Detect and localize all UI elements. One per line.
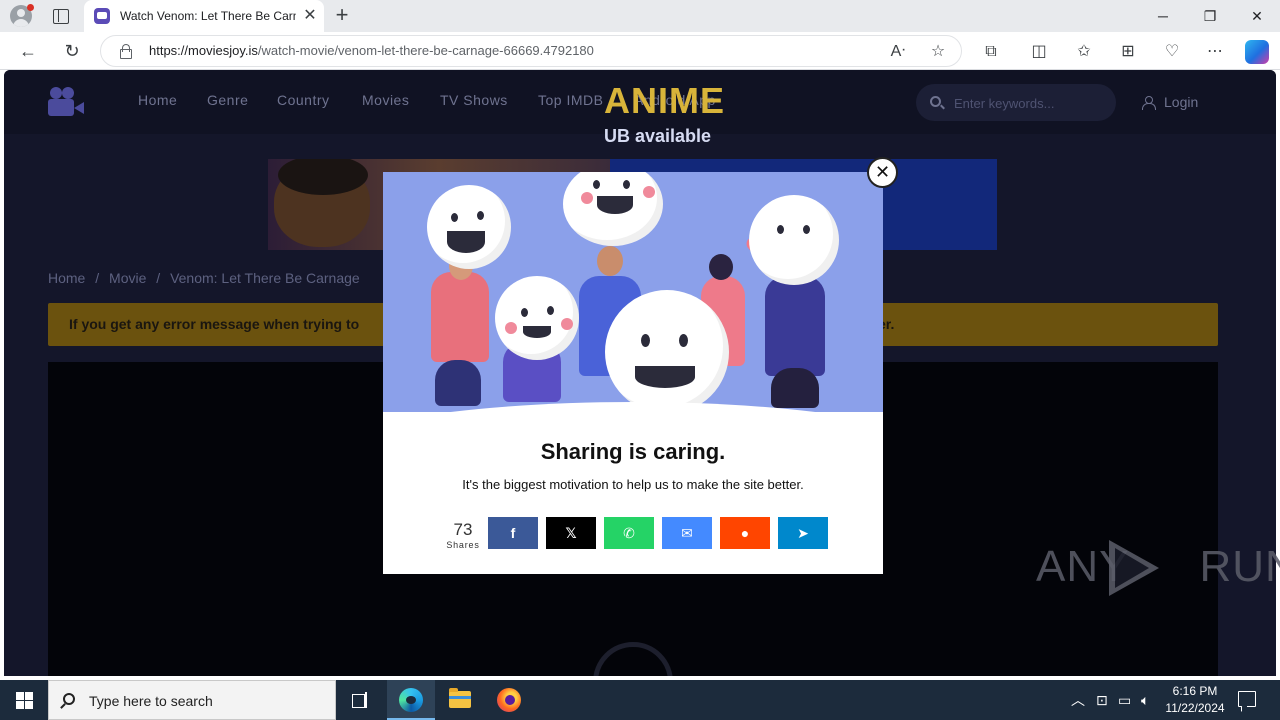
search-input[interactable] bbox=[954, 93, 1104, 113]
folder-icon bbox=[449, 688, 471, 708]
favorite-icon[interactable]: ☆ bbox=[926, 40, 950, 64]
share-counter: 73 Shares bbox=[441, 521, 485, 551]
tab-actions-icon[interactable] bbox=[50, 6, 70, 26]
loading-spinner-icon bbox=[593, 642, 673, 676]
taskbar-search[interactable]: Type here to search bbox=[48, 680, 336, 720]
menu-tv-shows[interactable]: TV Shows bbox=[440, 92, 508, 108]
notification-icon[interactable] bbox=[1238, 691, 1256, 707]
url-text[interactable]: https://moviesjoy.is/watch-movie/venom-l… bbox=[149, 43, 594, 58]
smiley-icon bbox=[563, 172, 663, 246]
breadcrumb-home[interactable]: Home bbox=[48, 270, 85, 286]
share-reddit-button[interactable]: ● bbox=[720, 517, 770, 549]
error-notice-text: If you get any error message when trying… bbox=[69, 316, 360, 332]
clock-time: 6:16 PM bbox=[1172, 684, 1218, 698]
menu-top-imdb[interactable]: Top IMDB bbox=[538, 92, 603, 108]
modal-subtitle: It's the biggest motivation to help us t… bbox=[462, 477, 804, 492]
edge-icon bbox=[399, 688, 423, 712]
share-count-label: Shares bbox=[446, 540, 480, 550]
smiley-icon bbox=[605, 290, 729, 414]
lock-icon[interactable] bbox=[118, 44, 132, 59]
extensions-icon[interactable]: ⧉ bbox=[979, 40, 1003, 64]
smiley-icon bbox=[427, 185, 511, 269]
anyrun-play-icon bbox=[1109, 540, 1159, 596]
smiley-icon bbox=[749, 195, 839, 285]
share-count: 73 bbox=[453, 520, 473, 539]
profile-notification-dot bbox=[27, 4, 34, 11]
search-icon bbox=[930, 96, 941, 107]
modal-title: Sharing is caring. bbox=[540, 439, 726, 464]
breadcrumb-movie[interactable]: Movie bbox=[109, 270, 146, 286]
network-adapter-icon[interactable]: ⊡ bbox=[1096, 690, 1108, 710]
person-figure bbox=[765, 276, 825, 376]
more-icon[interactable]: ⋯ bbox=[1203, 40, 1227, 64]
share-modal: Sharing is caring. It's the biggest moti… bbox=[383, 172, 883, 574]
new-tab-button[interactable]: + bbox=[330, 4, 354, 28]
banner-title: ANIME bbox=[604, 80, 725, 121]
site-search[interactable] bbox=[916, 84, 1116, 121]
breadcrumb-separator: / bbox=[156, 270, 161, 286]
user-icon bbox=[1142, 96, 1156, 110]
chevron-up-icon[interactable]: ︿ bbox=[1071, 690, 1085, 710]
login-label: Login bbox=[1164, 94, 1199, 110]
tab-close-icon[interactable]: ✕ bbox=[300, 6, 320, 26]
system-clock[interactable]: 6:16 PM 11/22/2024 bbox=[1160, 683, 1230, 717]
volume-icon[interactable]: 🔈︎ bbox=[1141, 690, 1149, 710]
window-close-button[interactable]: ✕ bbox=[1234, 0, 1280, 32]
task-view-icon[interactable] bbox=[352, 692, 368, 708]
refresh-icon[interactable]: ↻ bbox=[59, 38, 85, 64]
network-icon[interactable]: ▭ bbox=[1118, 690, 1131, 710]
split-screen-icon[interactable]: ◫ bbox=[1027, 40, 1051, 64]
share-facebook-button[interactable]: f bbox=[488, 517, 538, 549]
firefox-icon bbox=[497, 688, 521, 712]
tab-title: Watch Venom: Let There Be Carn bbox=[120, 9, 296, 23]
menu-country[interactable]: Country bbox=[277, 92, 330, 108]
share-whatsapp-button[interactable]: ✆ bbox=[604, 517, 654, 549]
collections-icon[interactable]: ⊞ bbox=[1116, 40, 1140, 64]
banner-subtitle: UB available bbox=[604, 126, 712, 146]
breadcrumb: Home / Movie / Venom: Let There Be Carna… bbox=[48, 270, 366, 286]
menu-home[interactable]: Home bbox=[138, 92, 177, 108]
taskbar-search-placeholder: Type here to search bbox=[89, 693, 213, 709]
start-button[interactable] bbox=[0, 680, 48, 720]
menu-genre[interactable]: Genre bbox=[207, 92, 248, 108]
active-tab[interactable]: Watch Venom: Let There Be Carn ✕ bbox=[84, 0, 324, 32]
site-favicon-icon bbox=[94, 8, 110, 24]
sharing-illustration bbox=[383, 172, 883, 522]
person-figure bbox=[431, 272, 489, 362]
minimize-button[interactable]: ─ bbox=[1140, 0, 1186, 32]
maximize-button[interactable]: ❐ bbox=[1187, 0, 1233, 32]
read-aloud-icon[interactable]: Aᐧ bbox=[886, 40, 910, 64]
browser-essentials-icon[interactable]: ♡ bbox=[1160, 40, 1184, 64]
search-icon bbox=[63, 693, 75, 705]
banner-character-image bbox=[274, 159, 370, 247]
site-logo-icon[interactable] bbox=[48, 86, 84, 118]
clock-date: 11/22/2024 bbox=[1165, 701, 1225, 715]
share-telegram-button[interactable]: ➤ bbox=[778, 517, 828, 549]
breadcrumb-separator: / bbox=[95, 270, 100, 286]
windows-taskbar: Type here to search ︿ ⊡ ▭ 🔈︎ 6:16 PM 11/… bbox=[0, 680, 1280, 720]
back-icon[interactable]: ← bbox=[15, 38, 41, 64]
menu-movies[interactable]: Movies bbox=[362, 92, 409, 108]
smiley-icon bbox=[495, 276, 579, 360]
copilot-icon[interactable] bbox=[1245, 40, 1269, 64]
favorites-icon[interactable]: ✩ bbox=[1072, 40, 1096, 64]
modal-close-button[interactable]: ✕ bbox=[867, 157, 898, 188]
share-x-button[interactable]: 𝕏 bbox=[546, 517, 596, 549]
share-messenger-button[interactable]: ✉ bbox=[662, 517, 712, 549]
browser-tab-bar: Watch Venom: Let There Be Carn ✕ + ─ ❐ ✕ bbox=[0, 0, 1280, 32]
breadcrumb-current: Venom: Let There Be Carnage bbox=[170, 270, 360, 286]
